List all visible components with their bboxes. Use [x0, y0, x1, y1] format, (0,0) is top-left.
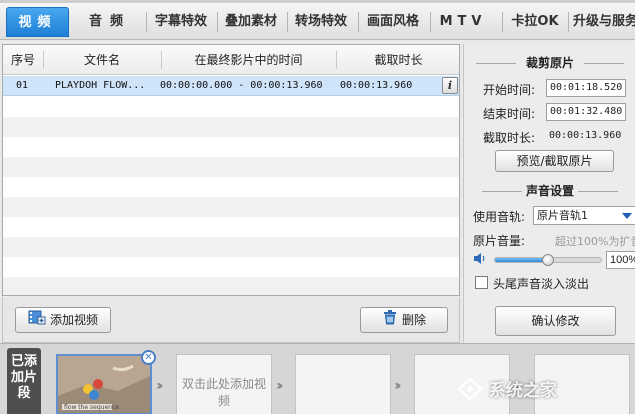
trash-icon	[382, 309, 398, 333]
dropdown-arrow-icon	[622, 213, 632, 219]
video-action-bar: 添加视频 删除	[2, 297, 460, 343]
add-video-slot-text: 双击此处添加视频	[181, 377, 266, 408]
settings-panel: 裁剪原片 开始时间: 00:01:18.520 结束时间: 00:01:32.4…	[463, 44, 635, 343]
fade-in-out-checkbox[interactable]	[475, 276, 488, 289]
info-icon[interactable]: i	[442, 77, 458, 94]
volume-slider-thumb[interactable]	[542, 254, 554, 266]
empty-row	[3, 277, 459, 295]
table-row[interactable]: 01 PLAYDOH FLOW... 00:00:00.000 - 00:00:…	[3, 76, 459, 96]
tab-bar-stripe	[0, 0, 635, 3]
tab-upgrade-service[interactable]: 升级与服务	[573, 7, 635, 37]
volume-label: 原片音量:	[473, 234, 526, 248]
add-video-icon	[28, 309, 46, 333]
empty-row	[3, 157, 459, 177]
fade-in-out-label: 头尾声音淡入淡出	[493, 277, 590, 291]
audio-section-title: 声音设置	[464, 184, 635, 198]
title-rule	[482, 191, 522, 192]
tab-transition-effects[interactable]: 转场特效	[290, 7, 352, 37]
tab-karaoke[interactable]: 卡拉OK	[505, 7, 565, 37]
tab-separator	[287, 12, 288, 32]
audio-track-value: 原片音轨1	[537, 209, 588, 222]
table-header: 序号 文件名 在最终影片中的时间 截取时长	[3, 45, 459, 75]
tab-separator	[430, 12, 431, 32]
empty-row	[3, 117, 459, 137]
tab-mtv[interactable]: MTV	[436, 7, 490, 37]
preview-clip-button[interactable]: 预览/截取原片	[495, 150, 614, 172]
end-time-field[interactable]: 00:01:32.480	[546, 103, 626, 121]
empty-row	[3, 257, 459, 277]
volume-hint: 超过100%为扩音	[555, 235, 635, 248]
main-tab-bar: 视频 音频 字幕特效 叠加素材 转场特效 画面风格 MTV 卡拉OK 升级与服务	[0, 0, 635, 40]
volume-slider-fill	[495, 258, 548, 262]
remove-clip-icon[interactable]: ✕	[141, 350, 156, 365]
chevron-right-icon: ››	[394, 378, 401, 394]
end-time-label: 结束时间:	[483, 107, 536, 121]
clip-title-text: 裁剪原片	[525, 56, 574, 70]
tab-separator	[146, 12, 147, 32]
clip-duration-label: 截取时长:	[483, 131, 536, 145]
row-duration: 00:00:13.960	[340, 80, 413, 91]
audio-track-select[interactable]: 原片音轨1	[533, 206, 635, 225]
start-time-field[interactable]: 00:01:18.520	[546, 79, 626, 97]
title-rule	[578, 191, 618, 192]
volume-value-field[interactable]: 100%	[606, 251, 635, 269]
start-time-label: 开始时间:	[483, 83, 536, 97]
column-header-time-in-movie: 在最终影片中的时间	[194, 53, 303, 67]
audio-title-text: 声音设置	[525, 184, 574, 198]
title-rule	[476, 63, 516, 64]
empty-row	[3, 97, 459, 117]
chevron-right-icon: ››	[156, 378, 163, 394]
column-header-duration: 截取时长	[374, 53, 423, 67]
clip-duration-value: 00:00:13.960	[549, 130, 622, 141]
audio-track-label: 使用音轨:	[473, 210, 526, 224]
confirm-changes-button[interactable]: 确认修改	[495, 306, 616, 336]
tab-separator	[358, 12, 359, 32]
add-video-slot[interactable]: 双击此处添加视频	[176, 354, 272, 414]
tab-separator	[568, 12, 569, 32]
tab-picture-style[interactable]: 画面风格	[362, 7, 424, 37]
empty-row	[3, 197, 459, 217]
watermark-logo: 系统之家	[457, 376, 627, 410]
watermark-logo-icon	[457, 376, 483, 401]
clip-thumbnail-caption: flow the sequence	[64, 404, 119, 411]
tab-audio[interactable]: 音频	[80, 7, 140, 37]
chevron-right-icon: ››	[276, 378, 283, 394]
video-list-panel: 序号 文件名 在最终影片中的时间 截取时长 01 PLAYDOH FLOW...…	[2, 44, 460, 296]
add-video-label: 添加视频	[49, 313, 98, 327]
empty-row	[3, 137, 459, 157]
tab-video[interactable]: 视频	[6, 7, 69, 37]
added-clips-label: 已添加片段	[7, 348, 41, 414]
empty-row	[3, 177, 459, 197]
added-clips-timeline: 已添加片段 flow the sequence ✕ ›› 双击此处添加视频 ››…	[0, 343, 635, 414]
tab-separator	[217, 12, 218, 32]
row-filename: PLAYDOH FLOW...	[55, 80, 146, 91]
clip-section-title: 裁剪原片	[464, 56, 635, 70]
delete-button[interactable]: 删除	[360, 307, 448, 333]
title-rule	[584, 63, 624, 64]
tab-overlay-material[interactable]: 叠加素材	[220, 7, 282, 37]
watermark-text: 系统之家	[488, 381, 557, 401]
empty-row	[3, 237, 459, 257]
tab-separator	[502, 12, 503, 32]
empty-row	[3, 217, 459, 237]
add-video-button[interactable]: 添加视频	[15, 307, 111, 333]
delete-label: 删除	[401, 313, 426, 327]
speaker-icon[interactable]	[473, 252, 487, 268]
row-index: 01	[16, 80, 29, 91]
empty-clip-slot[interactable]	[295, 354, 391, 414]
tab-subtitle-effects[interactable]: 字幕特效	[150, 7, 212, 37]
row-time-range: 00:00:00.000 - 00:00:13.960	[160, 80, 323, 91]
column-header-index: 序号	[10, 53, 35, 67]
clip-thumbnail[interactable]: flow the sequence	[56, 354, 152, 414]
column-header-filename: 文件名	[83, 53, 120, 67]
